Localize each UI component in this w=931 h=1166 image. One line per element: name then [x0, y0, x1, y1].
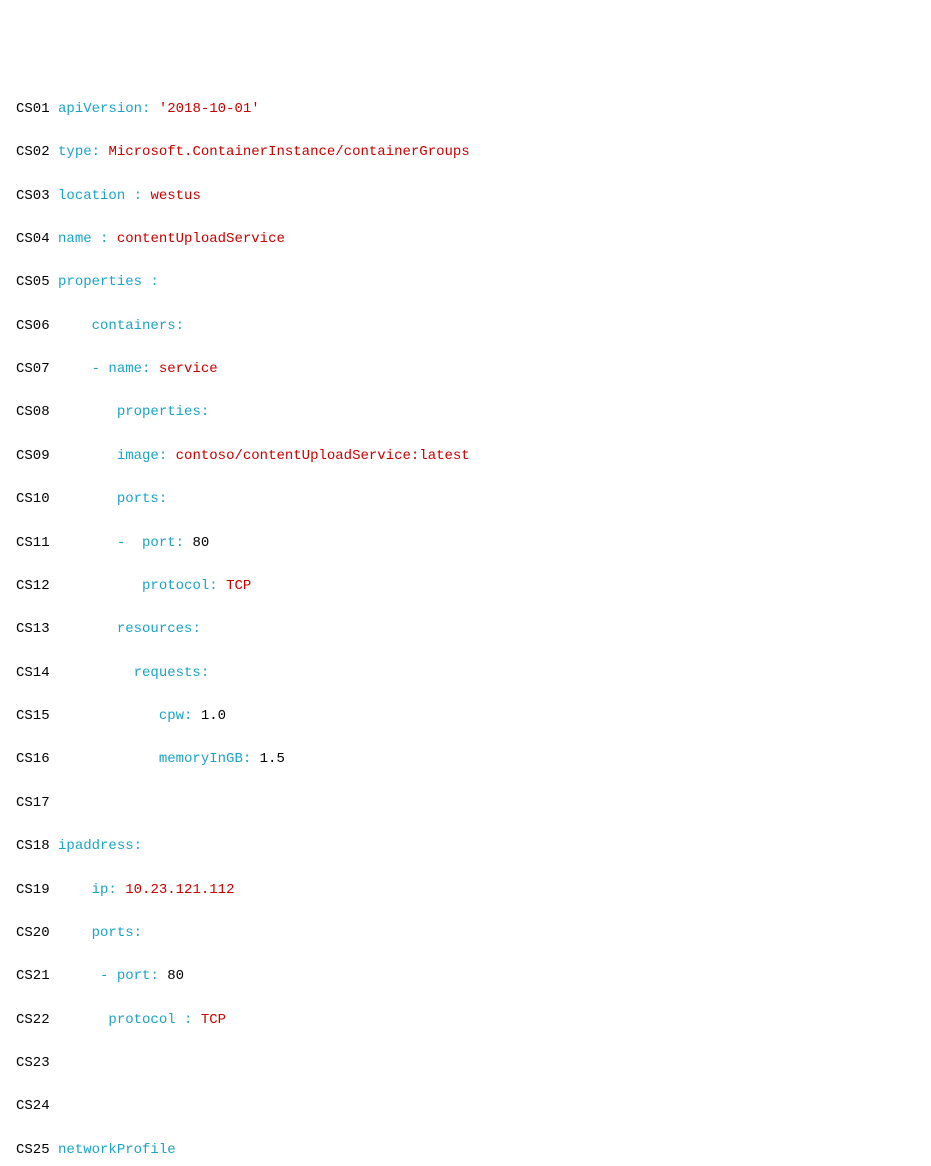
yaml-value: service — [159, 361, 218, 377]
code-line: CS03 location : westus — [16, 186, 915, 208]
code-line: CS19 ip: 10.23.121.112 — [16, 880, 915, 902]
line-number: CS20 — [16, 925, 50, 941]
yaml-key: location : — [58, 188, 142, 204]
code-line: CS22 protocol : TCP — [16, 1010, 915, 1032]
line-number: CS05 — [16, 274, 50, 290]
code-line: CS02 type: Microsoft.ContainerInstance/c… — [16, 142, 915, 164]
line-number: CS03 — [16, 188, 50, 204]
line-number: CS10 — [16, 491, 50, 507]
line-number: CS16 — [16, 751, 50, 767]
code-line: CS25 networkProfile — [16, 1140, 915, 1162]
yaml-key: - port: — [100, 968, 159, 984]
yaml-value: 10.23.121.112 — [125, 882, 234, 898]
line-number: CS23 — [16, 1055, 50, 1071]
line-number: CS07 — [16, 361, 50, 377]
line-number: CS15 — [16, 708, 50, 724]
yaml-value: TCP — [226, 578, 251, 594]
yaml-key: protocol: — [142, 578, 218, 594]
line-number: CS09 — [16, 448, 50, 464]
yaml-key: networkProfile — [58, 1142, 176, 1158]
yaml-key: - port: — [117, 535, 184, 551]
yaml-key: cpw: — [159, 708, 193, 724]
line-number: CS22 — [16, 1012, 50, 1028]
line-number: CS01 — [16, 101, 50, 117]
code-line: CS20 ports: — [16, 923, 915, 945]
yaml-value: 1.5 — [260, 751, 285, 767]
code-line: CS04 name : contentUploadService — [16, 229, 915, 251]
line-number: CS02 — [16, 144, 50, 160]
code-line: CS14 requests: — [16, 663, 915, 685]
code-line: CS12 protocol: TCP — [16, 576, 915, 598]
line-number: CS24 — [16, 1098, 50, 1114]
line-number: CS04 — [16, 231, 50, 247]
yaml-key: ports: — [92, 925, 142, 941]
yaml-value: 80 — [192, 535, 209, 551]
yaml-key: type: — [58, 144, 100, 160]
yaml-value: '2018-10-01' — [159, 101, 260, 117]
code-line: CS07 - name: service — [16, 359, 915, 381]
line-number: CS08 — [16, 404, 50, 420]
yaml-key: properties : — [58, 274, 159, 290]
yaml-key: requests: — [134, 665, 210, 681]
yaml-value: Microsoft.ContainerInstance/containerGro… — [108, 144, 469, 160]
yaml-key: name : — [58, 231, 108, 247]
code-line: CS10 ports: — [16, 489, 915, 511]
code-line: CS23 — [16, 1053, 915, 1075]
line-number: CS13 — [16, 621, 50, 637]
yaml-key: ip: — [92, 882, 117, 898]
yaml-value: 80 — [167, 968, 184, 984]
code-line: CS18 ipaddress: — [16, 836, 915, 858]
code-line: CS11 - port: 80 — [16, 533, 915, 555]
yaml-key: - name: — [92, 361, 151, 377]
yaml-key: memoryInGB: — [159, 751, 251, 767]
code-line: CS01 apiVersion: '2018-10-01' — [16, 99, 915, 121]
line-number: CS14 — [16, 665, 50, 681]
yaml-value: contentUploadService — [117, 231, 285, 247]
code-line: CS15 cpw: 1.0 — [16, 706, 915, 728]
line-number: CS11 — [16, 535, 50, 551]
yaml-key: image: — [117, 448, 167, 464]
yaml-value: 1.0 — [201, 708, 226, 724]
code-line: CS21 - port: 80 — [16, 966, 915, 988]
yaml-key: ipaddress: — [58, 838, 142, 854]
yaml-key: resources: — [117, 621, 201, 637]
yaml-key: protocol : — [108, 1012, 192, 1028]
yaml-key: apiVersion: — [58, 101, 150, 117]
yaml-key: ports: — [117, 491, 167, 507]
yaml-value: TCP — [201, 1012, 226, 1028]
code-line: CS17 — [16, 793, 915, 815]
code-line: CS09 image: contoso/contentUploadService… — [16, 446, 915, 468]
code-line: CS06 containers: — [16, 316, 915, 338]
yaml-key: properties: — [117, 404, 209, 420]
code-line: CS08 properties: — [16, 402, 915, 424]
line-number: CS21 — [16, 968, 50, 984]
yaml-key: containers: — [92, 318, 184, 334]
yaml-value: contoso/contentUploadService:latest — [176, 448, 470, 464]
yaml-value: westus — [150, 188, 200, 204]
code-line: CS24 — [16, 1096, 915, 1118]
line-number: CS06 — [16, 318, 50, 334]
code-line: CS13 resources: — [16, 619, 915, 641]
line-number: CS25 — [16, 1142, 50, 1158]
line-number: CS18 — [16, 838, 50, 854]
line-number: CS12 — [16, 578, 50, 594]
line-number: CS19 — [16, 882, 50, 898]
code-line: CS05 properties : — [16, 272, 915, 294]
code-line: CS16 memoryInGB: 1.5 — [16, 749, 915, 771]
line-number: CS17 — [16, 795, 50, 811]
